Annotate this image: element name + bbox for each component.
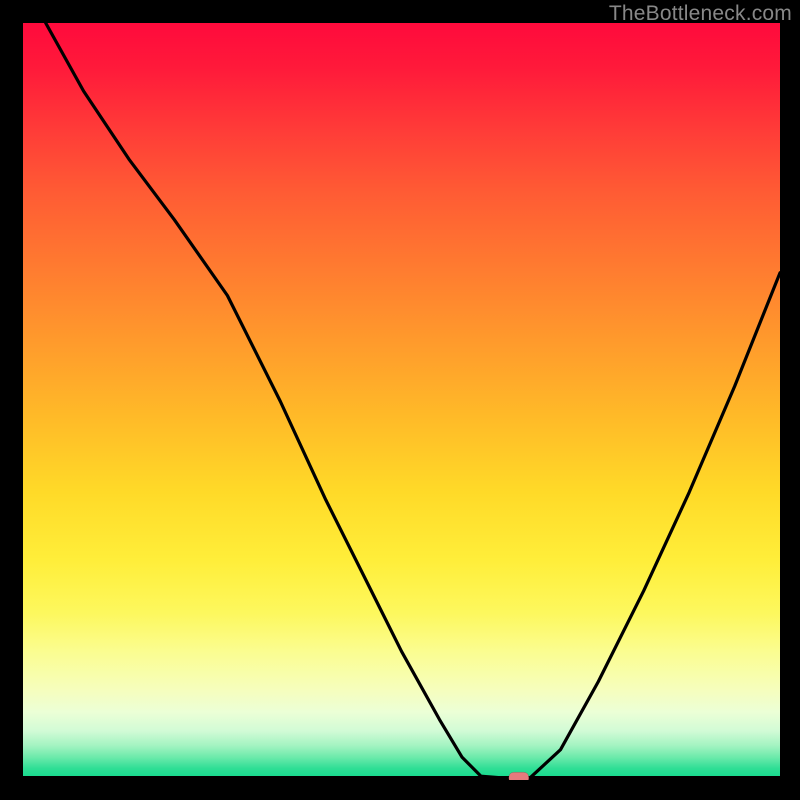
chart-svg <box>23 23 780 780</box>
optimal-marker <box>509 772 529 780</box>
plot-area <box>23 23 780 780</box>
chart-frame: TheBottleneck.com <box>0 0 800 800</box>
bottleneck-curve <box>46 23 780 778</box>
